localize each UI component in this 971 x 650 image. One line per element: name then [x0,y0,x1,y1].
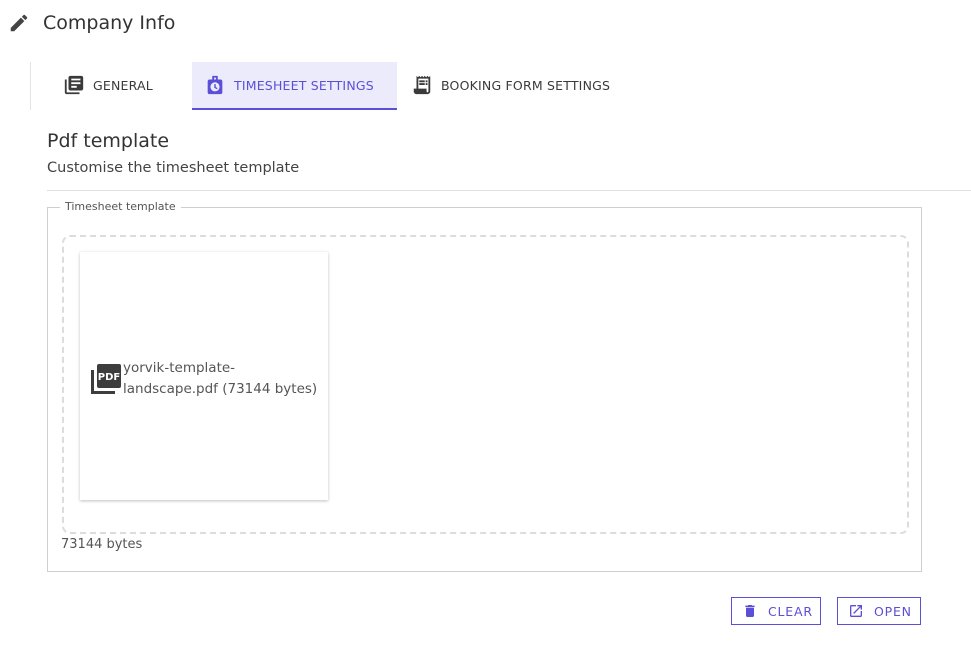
clear-button-label: CLEAR [768,603,813,619]
tab-general-label: GENERAL [93,77,153,93]
file-size-text: 73144 bytes [61,537,143,552]
clear-button[interactable]: CLEAR [731,597,821,625]
tab-booking-form-settings[interactable]: BOOKING FORM SETTINGS [397,62,622,108]
page-title: Company Info [43,12,176,34]
tab-timesheet-settings[interactable]: TIMESHEET SETTINGS [192,62,397,110]
receipt-icon [411,74,433,96]
page-header: Company Info [8,8,175,38]
svg-text:PDF: PDF [98,372,120,383]
open-in-new-icon [848,603,864,619]
section-divider [47,190,971,191]
tab-booking-form-settings-label: BOOKING FORM SETTINGS [441,77,611,93]
file-name: yorvik-template-landscape.pdf (73144 byt… [123,360,318,397]
library-books-icon [63,74,85,96]
trash-icon [742,603,758,619]
fieldset-legend: Timesheet template [60,200,181,213]
file-preview-card[interactable]: PDF yorvik-template-landscape.pdf (73144… [80,252,328,500]
open-button[interactable]: OPEN [837,597,921,625]
open-button-label: OPEN [874,603,912,619]
tab-timesheet-settings-label: TIMESHEET SETTINGS [234,77,374,93]
section-title: Pdf template [47,130,170,152]
tab-general[interactable]: GENERAL [31,62,173,108]
pencil-icon[interactable] [8,12,30,34]
timer-bag-icon [204,74,226,96]
timesheet-template-fieldset: Timesheet template PDF yorvik-template-l… [47,200,922,572]
pdf-icon: PDF [91,364,121,394]
file-dropzone[interactable]: PDF yorvik-template-landscape.pdf (73144… [62,235,909,534]
section-subtitle: Customise the timesheet template [47,160,300,176]
settings-tabs: GENERAL TIMESHEET SETTINGS BOOKING FORM … [30,62,622,110]
